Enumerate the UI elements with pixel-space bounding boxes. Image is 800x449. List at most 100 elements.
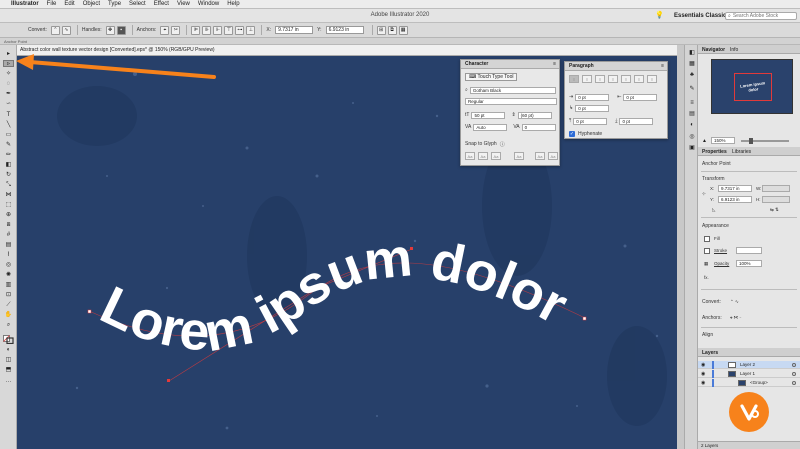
slice-tool-icon[interactable]: ⟋ bbox=[3, 302, 14, 309]
appearance-panel-icon[interactable]: ◎ bbox=[688, 133, 696, 141]
shape-builder-tool-icon[interactable]: ⊕ bbox=[3, 212, 14, 219]
blend-tool-icon[interactable]: ◎ bbox=[3, 262, 14, 269]
stock-search-input[interactable] bbox=[732, 13, 795, 19]
mesh-tool-icon[interactable]: # bbox=[3, 232, 14, 239]
visibility-eye-icon[interactable]: ◉ bbox=[701, 371, 705, 377]
pencil-tool-icon[interactable]: ✏ bbox=[3, 152, 14, 159]
show-handles-icon[interactable]: ✥ bbox=[105, 25, 115, 35]
fx-button[interactable]: fx. bbox=[704, 275, 709, 280]
layer-row[interactable]: ◉ Layer 2 bbox=[698, 361, 800, 369]
navigator-preview[interactable]: Lorem ipsum dolor bbox=[711, 59, 793, 114]
reference-point-icon[interactable]: ⊹ bbox=[702, 191, 706, 197]
brushes-panel-icon[interactable]: ✎ bbox=[688, 85, 696, 93]
curvature-tool-icon[interactable]: ∽ bbox=[3, 101, 14, 108]
x-field[interactable]: 9.7317 in bbox=[275, 26, 314, 34]
convert-smooth-icon[interactable]: ∿ bbox=[61, 25, 71, 35]
remove-anchor-icon[interactable]: ⌖ bbox=[160, 25, 170, 35]
rotate-icon[interactable]: ◺ bbox=[712, 207, 715, 213]
prop-y-field[interactable]: 6.9123 in bbox=[718, 196, 752, 203]
align-center-icon[interactable]: ⊪ bbox=[202, 25, 212, 35]
anchor-point[interactable] bbox=[87, 309, 92, 314]
symbol-sprayer-tool-icon[interactable]: ✺ bbox=[3, 272, 14, 279]
layer-row[interactable]: ◉ <Group> bbox=[698, 379, 800, 387]
zoom-out-icon[interactable]: ▲ bbox=[702, 138, 707, 144]
width-tool-icon[interactable]: ⋈ bbox=[3, 192, 14, 199]
drawing-mode-icon[interactable]: ◫ bbox=[3, 357, 14, 364]
convert-corner-icon[interactable]: ⌃ ∿ bbox=[730, 299, 739, 305]
lightbulb-icon[interactable]: 💡 bbox=[655, 11, 664, 21]
tab-properties[interactable]: Properties bbox=[702, 149, 727, 155]
hyphenate-checkbox[interactable]: ✓ bbox=[569, 131, 575, 137]
screen-mode-icon[interactable]: ⬒ bbox=[3, 367, 14, 374]
stroke-label[interactable]: Stroke bbox=[714, 248, 727, 253]
zoom-field[interactable]: 150% bbox=[710, 137, 735, 144]
justify-center-icon[interactable]: ≡ bbox=[621, 75, 631, 83]
align-bottom-icon[interactable]: ⊥ bbox=[246, 25, 256, 35]
layer-row[interactable]: ◉ Layer 1 bbox=[698, 370, 800, 378]
menu-view[interactable]: View bbox=[177, 0, 190, 9]
justify-right-icon[interactable]: ≡ bbox=[634, 75, 644, 83]
zoom-tool-icon[interactable]: ⌕ bbox=[3, 322, 14, 329]
space-before-field[interactable]: 0 pt bbox=[573, 117, 608, 125]
visibility-eye-icon[interactable]: ◉ bbox=[701, 362, 705, 368]
swatches-panel-icon[interactable]: ▦ bbox=[688, 60, 696, 68]
magic-wand-tool-icon[interactable]: ✧ bbox=[3, 71, 14, 78]
tab-layers[interactable]: Layers bbox=[702, 350, 718, 356]
right-indent-field[interactable]: 0 pt bbox=[623, 93, 658, 101]
y-field[interactable]: 6.9123 in bbox=[325, 26, 364, 34]
tab-navigator[interactable]: Navigator bbox=[702, 47, 725, 53]
opacity-label[interactable]: Opacity bbox=[714, 261, 729, 266]
cut-path-icon[interactable]: ✂ bbox=[171, 25, 181, 35]
paintbrush-tool-icon[interactable]: ✎ bbox=[3, 142, 14, 149]
eyedropper-tool-icon[interactable]: ⌇ bbox=[3, 252, 14, 259]
layer-target-icon[interactable] bbox=[792, 381, 796, 385]
tracking-field[interactable]: 0 bbox=[521, 123, 556, 131]
anchors-tools-icon[interactable]: ⌖ ✂ ⌁ bbox=[730, 315, 741, 320]
layer-target-icon[interactable] bbox=[792, 372, 796, 376]
leading-field[interactable]: (60 pt) bbox=[517, 111, 552, 119]
menu-effect[interactable]: Effect bbox=[154, 0, 169, 9]
stock-search[interactable]: ⌕ bbox=[725, 12, 797, 20]
document-tab[interactable]: Abstract color wall texture vector desig… bbox=[20, 47, 215, 53]
font-family-field[interactable]: Gotham Black bbox=[469, 86, 556, 94]
rotate-tool-icon[interactable]: ↻ bbox=[3, 172, 14, 179]
justify-all-icon[interactable]: ≡ bbox=[647, 75, 657, 83]
align-left-text-icon[interactable]: ≡ bbox=[569, 75, 579, 83]
menu-object[interactable]: Object bbox=[83, 0, 100, 9]
gradient-tool-icon[interactable]: ▤ bbox=[3, 242, 14, 249]
glyph-snap-xheight[interactable]: Aa bbox=[478, 152, 488, 160]
kerning-field[interactable]: Auto bbox=[473, 123, 508, 131]
color-mode-icon[interactable]: ◐ bbox=[3, 347, 14, 354]
glyph-snap-angular[interactable]: Aa bbox=[535, 152, 545, 160]
arrange-icon[interactable]: ▦ bbox=[398, 25, 408, 35]
perspective-grid-tool-icon[interactable]: ⧈ bbox=[3, 222, 14, 229]
font-style-field[interactable]: Regular bbox=[465, 97, 557, 105]
align-left-icon[interactable]: ⊫ bbox=[191, 25, 201, 35]
menu-help[interactable]: Help bbox=[227, 0, 239, 9]
menu-window[interactable]: Window bbox=[198, 0, 219, 9]
symbols-panel-icon[interactable]: ♣ bbox=[688, 71, 696, 79]
layer-name[interactable]: <Group> bbox=[750, 380, 768, 385]
zoom-slider-knob[interactable] bbox=[748, 137, 753, 144]
menu-file[interactable]: File bbox=[47, 0, 57, 9]
gradient-panel-icon[interactable]: ▤ bbox=[688, 110, 696, 118]
free-transform-tool-icon[interactable]: ⬚ bbox=[3, 202, 14, 209]
anchor-point[interactable] bbox=[582, 316, 587, 321]
pen-tool-icon[interactable]: ✒ bbox=[3, 91, 14, 98]
edit-toolbar-icon[interactable]: ··· bbox=[3, 379, 14, 386]
menu-edit[interactable]: Edit bbox=[64, 0, 74, 9]
color-panel-icon[interactable]: ◧ bbox=[688, 49, 696, 57]
first-line-indent-field[interactable]: 0 pt bbox=[575, 104, 610, 112]
fill-stroke-swatch-icon[interactable] bbox=[3, 335, 14, 345]
menu-app[interactable]: Illustrator bbox=[11, 0, 39, 9]
flip-icon[interactable]: ⇆ ⇅ bbox=[770, 207, 779, 213]
glyph-snap-anchor[interactable]: Aa bbox=[548, 152, 558, 160]
tab-libraries[interactable]: Libraries bbox=[732, 149, 751, 155]
opacity-field[interactable]: 100% bbox=[736, 260, 762, 267]
left-indent-field[interactable]: 0 pt bbox=[575, 93, 610, 101]
fill-swatch[interactable] bbox=[704, 236, 710, 242]
convert-corner-icon[interactable]: ⌃ bbox=[50, 25, 60, 35]
scale-tool-icon[interactable]: ⤡ bbox=[3, 182, 14, 189]
handle-point[interactable] bbox=[167, 379, 170, 382]
column-graph-tool-icon[interactable]: ▥ bbox=[3, 282, 14, 289]
